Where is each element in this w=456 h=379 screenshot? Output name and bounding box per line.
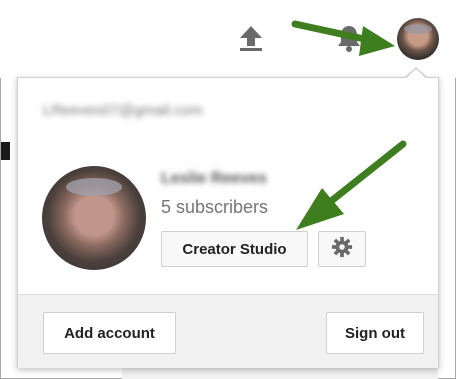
add-account-button[interactable]: Add account — [43, 312, 176, 354]
account-menu-footer: Add account Sign out — [18, 294, 438, 368]
top-bar — [0, 0, 456, 78]
sign-out-button[interactable]: Sign out — [326, 312, 424, 354]
bell-icon[interactable] — [336, 23, 362, 53]
menu-caret — [405, 69, 427, 79]
account-avatar[interactable] — [397, 18, 439, 60]
channel-avatar[interactable] — [42, 166, 146, 270]
account-menu: LReeves07@gmail.com Leslie Reeves 5 subs… — [17, 77, 439, 368]
creator-studio-button[interactable]: Creator Studio — [161, 231, 308, 267]
account-email: LReeves07@gmail.com — [43, 102, 203, 119]
gear-icon — [331, 236, 353, 262]
channel-name: Leslie Reeves — [161, 170, 267, 187]
subscriber-count: 5 subscribers — [161, 197, 269, 217]
settings-button[interactable] — [318, 231, 366, 267]
background-edge — [1, 142, 10, 160]
upload-icon[interactable] — [238, 24, 264, 52]
